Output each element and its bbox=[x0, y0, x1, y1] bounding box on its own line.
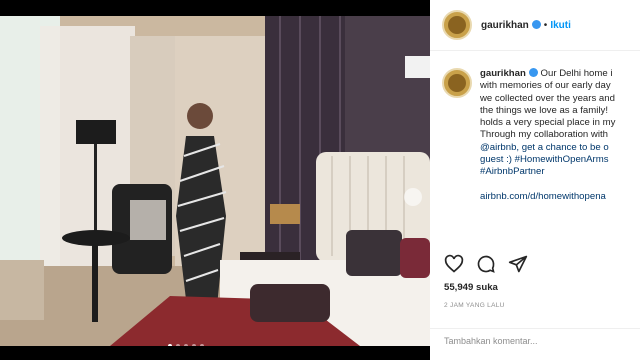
post-header: gaurikhan • Ikuti bbox=[430, 0, 640, 51]
carousel-dot bbox=[168, 344, 172, 346]
caption-line: Through my collaboration with bbox=[480, 129, 608, 141]
carousel-dot bbox=[200, 344, 204, 346]
caption-line: with memories of our early day bbox=[480, 80, 611, 92]
share-icon[interactable] bbox=[508, 254, 528, 274]
caption-block: gaurikhan Our Delhi home i with memories… bbox=[442, 68, 640, 203]
carousel-dot bbox=[176, 344, 180, 346]
comment-icon[interactable] bbox=[476, 254, 496, 274]
caption-link[interactable]: airbnb.com/d/homewithopena bbox=[480, 191, 640, 203]
caption-username[interactable]: gaurikhan bbox=[480, 68, 526, 79]
caption-line: Our Delhi home i bbox=[540, 68, 613, 79]
caption-line: the things we love as a family! bbox=[480, 104, 608, 116]
divider bbox=[430, 328, 640, 329]
username-text[interactable]: gaurikhan bbox=[481, 20, 529, 31]
action-bar bbox=[444, 254, 528, 274]
post-sidebar: gaurikhan • Ikuti gaurikhan Our Delhi ho… bbox=[430, 0, 640, 360]
carousel-dot bbox=[184, 344, 188, 346]
caption-avatar[interactable] bbox=[442, 68, 472, 98]
comment-input[interactable]: Tambahkan komentar... bbox=[444, 336, 538, 346]
caption-text: gaurikhan Our Delhi home i with memories… bbox=[480, 68, 640, 203]
post-image[interactable] bbox=[0, 16, 430, 346]
caption-line[interactable]: @airbnb, get a chance to be o bbox=[480, 142, 640, 154]
caption-line: we collected over the years and bbox=[480, 92, 615, 104]
next-arrow-icon[interactable] bbox=[404, 188, 422, 206]
caption-line[interactable]: guest :) #HomewithOpenArms bbox=[480, 154, 640, 166]
verified-icon bbox=[528, 68, 538, 77]
caption-line[interactable]: #AirbnbPartner bbox=[480, 166, 640, 178]
separator-dot: • bbox=[543, 19, 548, 31]
avatar[interactable] bbox=[442, 10, 472, 40]
like-count[interactable]: 55,949 suka bbox=[444, 282, 498, 293]
follow-button[interactable]: Ikuti bbox=[550, 20, 571, 31]
post-timestamp: 2 JAM YANG LALU bbox=[444, 302, 505, 309]
caption-line: holds a very special place in my bbox=[480, 117, 616, 129]
carousel-dot bbox=[192, 344, 196, 346]
verified-icon bbox=[531, 19, 541, 29]
carousel-indicator bbox=[168, 344, 204, 346]
username-link[interactable]: gaurikhan bbox=[481, 19, 541, 31]
heart-icon[interactable] bbox=[444, 254, 464, 274]
